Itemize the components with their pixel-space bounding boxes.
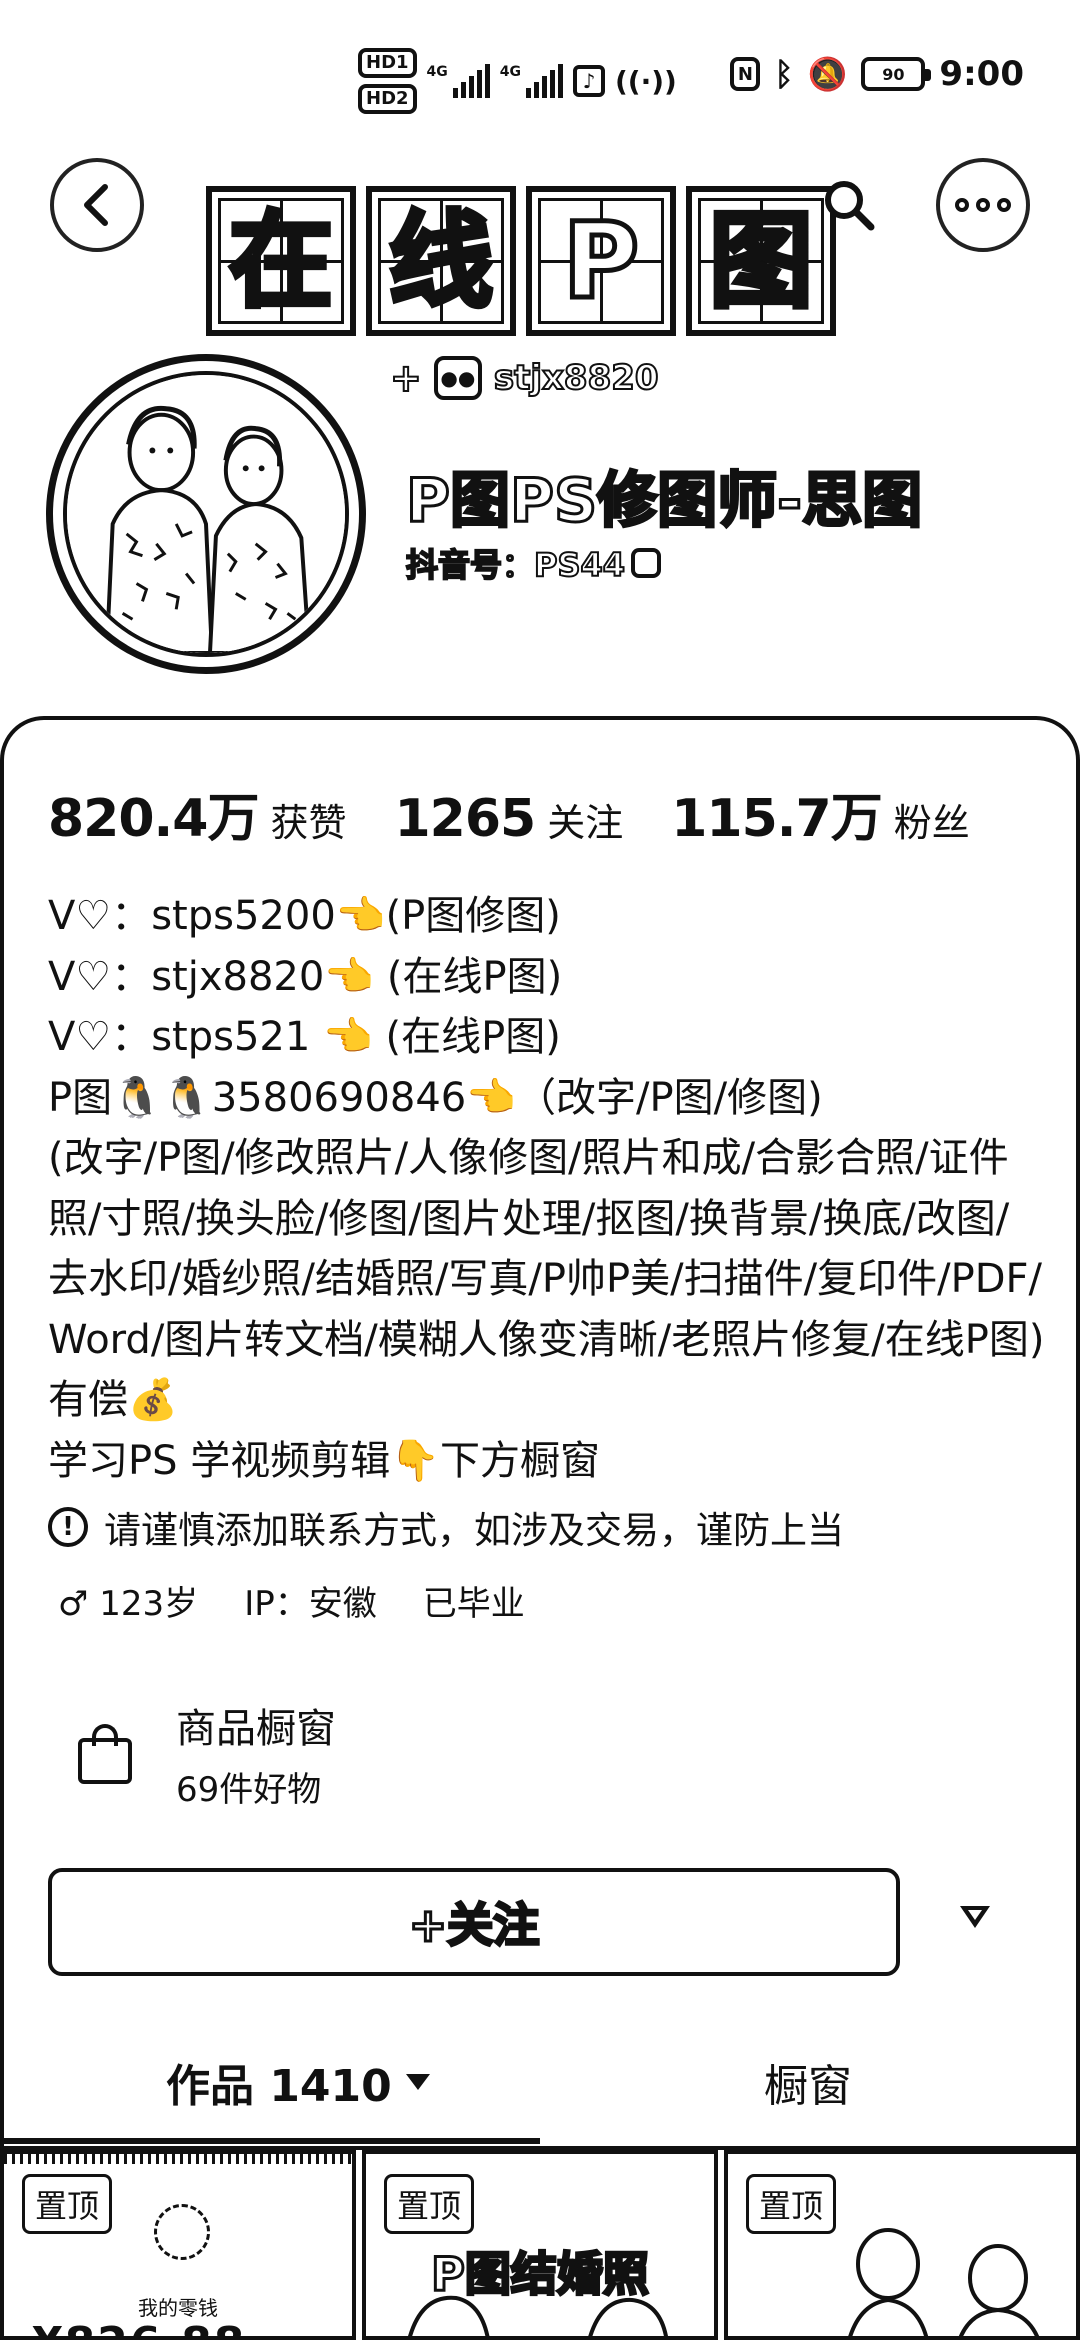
follow-button[interactable]: +关注 bbox=[48, 1868, 900, 1976]
search-button[interactable] bbox=[806, 162, 892, 248]
following-label[interactable]: 关注 bbox=[547, 792, 623, 847]
bluetooth-icon: ᛒ bbox=[774, 55, 794, 93]
signal-2-icon: 4G bbox=[500, 64, 563, 98]
followers-count[interactable]: 115.7万 bbox=[671, 776, 882, 851]
ip-location-tag: IP：安徽 bbox=[244, 1584, 377, 1624]
profile-meta: ♂ 123岁 IP：安徽 已毕业 bbox=[58, 1576, 525, 1625]
back-button[interactable] bbox=[50, 158, 144, 252]
battery-icon: 90 bbox=[861, 57, 932, 91]
wechat-icon: ●● bbox=[433, 356, 482, 400]
video-grid: 置顶 我的零钱 ¥826.88 置顶 P图结婚照 置顶 bbox=[0, 2150, 1080, 2340]
status-bar: HD1 HD2 4G 4G ♪ ((·)) N ᛒ 🔕 90 9:00 bbox=[0, 40, 1080, 120]
bio-line: V♡：stps5200👈(P图修图) bbox=[48, 893, 561, 939]
active-tab-indicator bbox=[0, 2138, 540, 2144]
status-bar-right: N ᛒ 🔕 90 9:00 bbox=[730, 54, 1024, 94]
likes-count: 820.4万 bbox=[48, 789, 259, 849]
content-tabs: 作品 1410 橱窗 bbox=[0, 2050, 1080, 2150]
clock: 9:00 bbox=[939, 54, 1024, 94]
banner-char: 线 bbox=[386, 200, 495, 322]
hotspot-icon: ((·)) bbox=[615, 64, 677, 98]
hd-badges: HD1 HD2 bbox=[358, 48, 417, 114]
video-thumbnail[interactable]: 置顶 P图结婚照 bbox=[362, 2150, 718, 2340]
wallet-title: 我的零钱 bbox=[138, 2296, 218, 2320]
tab-works[interactable]: 作品 1410 bbox=[166, 2050, 430, 2114]
avatar-photo-icon bbox=[848, 2228, 1040, 2336]
banner-char: 在 bbox=[226, 200, 335, 322]
signal-1-icon: 4G bbox=[427, 64, 490, 98]
following-count[interactable]: 1265 bbox=[395, 789, 537, 849]
bio-line: P图🐧🐧3580690846👈（改字/P图/修图) bbox=[48, 1074, 823, 1121]
network-type-1: 4G bbox=[426, 64, 448, 80]
showcase-title: 商品橱窗 bbox=[176, 1706, 336, 1752]
couple-photo-icon bbox=[408, 2295, 668, 2336]
exclamation-circle-icon: ! bbox=[48, 1507, 88, 1547]
wallet-logo-icon bbox=[154, 2204, 210, 2260]
pinned-badge: 置顶 bbox=[22, 2174, 113, 2234]
followers-label[interactable]: 粉丝 bbox=[894, 792, 970, 847]
bio-line: V♡：stjx8820👈 (在线P图) bbox=[48, 953, 563, 1000]
bio-line: 学习PS 学视频剪辑👇下方橱窗 bbox=[48, 1437, 601, 1484]
profile-nickname: P图PS修图师-思图 bbox=[404, 465, 923, 538]
banner-char: 图 bbox=[706, 200, 815, 322]
showcase-subtitle: 69件好物 bbox=[176, 1770, 322, 1810]
chevron-left-icon bbox=[84, 184, 108, 226]
search-icon bbox=[825, 181, 875, 231]
network-type-2: 4G bbox=[499, 64, 521, 80]
douyin-id-text: 抖音号：PS44 bbox=[405, 545, 626, 585]
likes-label: 获赞 bbox=[270, 801, 347, 845]
tiktok-notification-icon: ♪ bbox=[573, 65, 605, 97]
warning-text: 请谨慎添加联系方式，如涉及交易，谨防上当 bbox=[104, 1509, 844, 1552]
mute-bell-icon: 🔕 bbox=[807, 55, 848, 93]
cover-banner: 在 线 P 图 bbox=[206, 186, 836, 336]
banner-tile: 线 bbox=[366, 186, 516, 336]
avatar-image bbox=[63, 371, 349, 657]
wallet-amount: ¥826.88 bbox=[32, 2318, 246, 2336]
banner-tile: 在 bbox=[206, 186, 356, 336]
gender-age-tag: ♂ 123岁 bbox=[58, 1584, 199, 1624]
showcase-text: 商品橱窗 69件好物 bbox=[176, 1696, 336, 1811]
school-tag: 已毕业 bbox=[422, 1584, 525, 1624]
more-options-button[interactable] bbox=[936, 158, 1030, 252]
pinned-badge: 置顶 bbox=[384, 2174, 475, 2234]
caret-down-icon bbox=[405, 2074, 430, 2090]
video-thumbnail[interactable]: 置顶 bbox=[724, 2150, 1080, 2340]
plus-icon: + bbox=[389, 355, 423, 401]
avatar-photo-icon bbox=[67, 375, 345, 653]
banner-char: P bbox=[560, 200, 641, 322]
nfc-icon: N bbox=[730, 57, 761, 91]
hd1-badge: HD1 bbox=[358, 48, 417, 78]
bio-services: (改字/P图/修改照片/人像修图/照片和成/合影合照/证件照/寸照/换头脸/修图… bbox=[48, 1135, 1045, 1423]
tab-showcase[interactable]: 橱窗 bbox=[764, 2050, 852, 2114]
tab-showcase-label: 橱窗 bbox=[764, 2061, 852, 2112]
wechat-id: stjx8820 bbox=[493, 357, 660, 399]
more-dots-icon bbox=[955, 198, 1011, 212]
hd2-badge: HD2 bbox=[358, 84, 417, 114]
safety-warning: ! 请谨慎添加联系方式，如涉及交易，谨防上当 bbox=[48, 1500, 844, 1554]
wechat-contact: + ●● stjx8820 bbox=[389, 355, 660, 401]
copy-icon[interactable] bbox=[631, 548, 662, 578]
stats-row: 820.4万 获赞 1265 关注 115.7万 粉丝 bbox=[48, 776, 1018, 851]
status-bar-left: HD1 HD2 4G 4G ♪ ((·)) bbox=[358, 48, 677, 114]
bio-line: V♡：stps521 👈 (在线P图) bbox=[48, 1014, 561, 1060]
thumbnail-topbar bbox=[4, 2154, 352, 2164]
product-showcase-entry[interactable]: 商品橱窗 69件好物 bbox=[76, 1696, 336, 1811]
battery-level: 90 bbox=[882, 64, 905, 84]
avatar[interactable] bbox=[46, 354, 366, 674]
banner-tile: P bbox=[526, 186, 676, 336]
profile-bio: V♡：stps5200👈(P图修图) V♡：stjx8820👈 (在线P图) V… bbox=[48, 886, 1048, 1491]
tab-works-label: 作品 1410 bbox=[166, 2061, 392, 2112]
douyin-id[interactable]: 抖音号：PS44 bbox=[405, 540, 662, 586]
caret-down-icon[interactable] bbox=[960, 1906, 990, 1930]
shopping-bag-icon bbox=[76, 1722, 134, 1786]
video-thumbnail[interactable]: 置顶 我的零钱 ¥826.88 bbox=[0, 2150, 356, 2340]
